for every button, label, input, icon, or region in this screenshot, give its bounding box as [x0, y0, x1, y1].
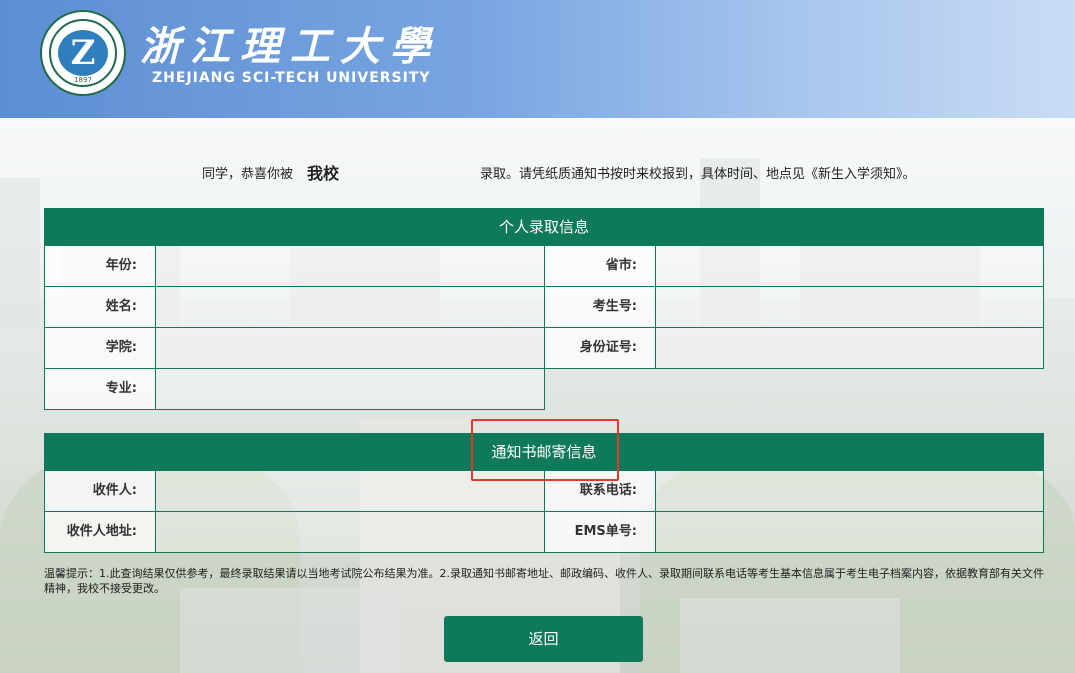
phone-value — [655, 471, 1044, 512]
major-value — [155, 369, 545, 410]
address-value — [155, 512, 545, 553]
admission-info-title: 个人录取信息 — [44, 208, 1044, 246]
province-label: 省市: — [544, 246, 656, 287]
college-label: 学院: — [44, 328, 156, 369]
greeting-text-2: 录取。请凭纸质通知书按时来校报到，具体时间、地点见《新生入学须知》。 — [480, 167, 916, 182]
year-value — [155, 246, 545, 287]
id-no-value — [655, 328, 1044, 369]
id-no-label: 身份证号: — [544, 328, 656, 369]
year-label: 年份: — [44, 246, 156, 287]
admission-info-panel: 个人录取信息 年份: 省市: 姓名: 考生号: 学院: 身份证号: 专业: — [44, 208, 1044, 410]
major-label: 专业: — [44, 369, 156, 410]
exam-no-label: 考生号: — [544, 287, 656, 328]
header-banner: Z 1897 浙江理工大學 ZHEJIANG SCI-TECH UNIVERSI… — [0, 0, 1075, 118]
greeting-text-1: 同学，恭喜你被 — [202, 167, 294, 182]
province-value — [655, 246, 1044, 287]
tips-text: 温馨提示：1.此查询结果仅供参考，最终录取结果请以当地考试院公布结果为准。2.录… — [44, 567, 1044, 595]
name-value — [155, 287, 545, 328]
highlight-box — [471, 419, 619, 481]
greeting-school: 我校 — [307, 164, 340, 183]
college-value — [155, 328, 545, 369]
university-name-en: ZHEJIANG SCI-TECH UNIVERSITY — [152, 70, 431, 86]
logo-year: 1897 — [74, 76, 92, 84]
back-button[interactable]: 返回 — [444, 616, 643, 662]
ems-label: EMS单号: — [544, 512, 656, 553]
ems-value — [655, 512, 1044, 553]
recipient-label: 收件人: — [44, 471, 156, 512]
university-logo: Z 1897 — [40, 10, 126, 96]
name-label: 姓名: — [44, 287, 156, 328]
address-label: 收件人地址: — [44, 512, 156, 553]
exam-no-value — [655, 287, 1044, 328]
university-name-cn: 浙江理工大學 — [140, 23, 440, 70]
